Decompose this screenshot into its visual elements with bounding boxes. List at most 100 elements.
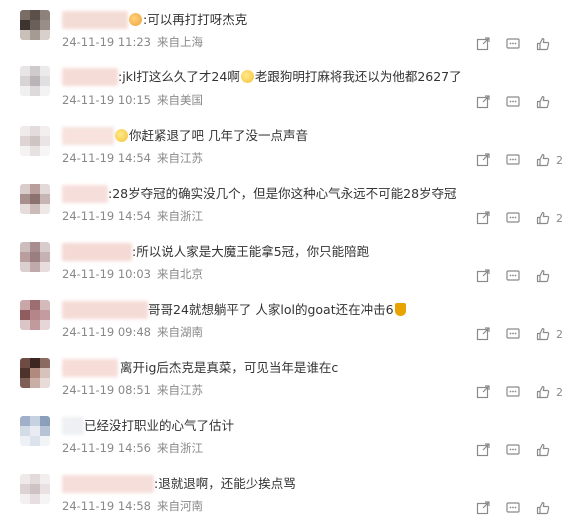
reply-button[interactable] [506, 500, 536, 516]
comment-location: 来自美国 [157, 93, 203, 107]
share-button[interactable] [476, 268, 506, 284]
comment-actions: 2 [476, 210, 574, 226]
like-button[interactable] [536, 36, 574, 52]
thumbs-up-icon [536, 443, 550, 457]
username-blurred[interactable] [62, 243, 132, 261]
username-blurred[interactable] [62, 185, 108, 203]
username-blurred[interactable] [62, 359, 118, 377]
reply-button[interactable] [506, 384, 536, 400]
avatar[interactable] [20, 474, 50, 504]
share-button[interactable] [476, 152, 506, 168]
share-icon [476, 153, 490, 167]
like-button[interactable]: 2 [536, 384, 574, 400]
comment-location: 来自浙江 [157, 209, 203, 223]
like-button[interactable]: 2 [536, 152, 574, 168]
share-icon [476, 385, 490, 399]
reply-button[interactable] [506, 152, 536, 168]
comment-location: 来自江苏 [157, 383, 203, 397]
share-button[interactable] [476, 94, 506, 110]
username-blurred[interactable] [62, 301, 148, 319]
comment-icon [506, 444, 520, 455]
like-count: 2 [556, 385, 563, 399]
avatar[interactable] [20, 184, 50, 214]
like-button[interactable] [536, 500, 574, 516]
avatar[interactable] [20, 416, 50, 446]
comment-actions [476, 268, 574, 284]
comment-item: :退就退啊，还能少挨点骂 24-11-19 14:58 来自河南 [0, 464, 584, 520]
like-button[interactable] [536, 442, 574, 458]
like-button[interactable] [536, 268, 574, 284]
comment-item: :28岁夺冠的确实没几个，但是你这种心气永远不可能28岁夺冠 24-11-19 … [0, 174, 584, 232]
thumbs-up-icon [536, 327, 550, 341]
comment-text: :可以再打打呀杰克 [128, 11, 247, 29]
thumbs-up-icon [536, 385, 550, 399]
avatar[interactable] [20, 242, 50, 272]
share-button[interactable] [476, 500, 506, 516]
comment-meta: 24-11-19 14:54 来自浙江 [62, 208, 203, 224]
comment-time: 24-11-19 08:51 [62, 383, 151, 397]
reply-button[interactable] [506, 268, 536, 284]
avatar[interactable] [20, 300, 50, 330]
thumbs-up-icon [536, 37, 550, 51]
reply-button[interactable] [506, 210, 536, 226]
comment-icon [506, 96, 520, 107]
comment-item: 你赶紧退了吧 几年了没一点声音 24-11-19 14:54 来自江苏 2 [0, 116, 584, 174]
reply-button[interactable] [506, 442, 536, 458]
reply-button[interactable] [506, 94, 536, 110]
username-blurred[interactable] [62, 417, 84, 435]
comment-actions: 2 [476, 384, 574, 400]
trophy-icon [394, 303, 406, 316]
comment-meta: 24-11-19 14:54 来自江苏 [62, 150, 203, 166]
comment-icon [506, 502, 520, 513]
comment-time: 24-11-19 09:48 [62, 325, 151, 339]
comment-item: 离开ig后杰克是真菜，可见当年是谁在c 24-11-19 08:51 来自江苏 2 [0, 348, 584, 406]
comment-location: 来自河南 [157, 499, 203, 513]
comment-meta: 24-11-19 08:51 来自江苏 [62, 382, 203, 398]
comment-time: 24-11-19 14:58 [62, 499, 151, 513]
emoji-icon [115, 129, 128, 142]
share-icon [476, 95, 490, 109]
share-button[interactable] [476, 210, 506, 226]
share-button[interactable] [476, 36, 506, 52]
comment-location: 来自江苏 [157, 151, 203, 165]
avatar[interactable] [20, 66, 50, 96]
comment-time: 24-11-19 14:56 [62, 441, 151, 455]
comment-time: 24-11-19 14:54 [62, 151, 151, 165]
share-icon [476, 37, 490, 51]
like-count: 2 [556, 327, 563, 341]
like-button[interactable]: 2 [536, 210, 574, 226]
share-icon [476, 443, 490, 457]
reply-button[interactable] [506, 326, 536, 342]
comment-meta: 24-11-19 09:48 来自湖南 [62, 324, 203, 340]
reply-button[interactable] [506, 36, 536, 52]
comment-icon [506, 386, 520, 397]
comment-location: 来自上海 [157, 35, 203, 49]
comment-item: :可以再打打呀杰克 24-11-19 11:23 来自上海 [0, 0, 584, 58]
comment-text: 你赶紧退了吧 几年了没一点声音 [114, 127, 308, 145]
like-count: 2 [556, 211, 563, 225]
username-blurred[interactable] [62, 11, 128, 29]
avatar[interactable] [20, 126, 50, 156]
comment-icon [506, 212, 520, 223]
like-button[interactable]: 2 [536, 326, 574, 342]
username-blurred[interactable] [62, 68, 118, 86]
comment-location: 来自北京 [157, 267, 203, 281]
emoji-icon [240, 70, 254, 83]
share-button[interactable] [476, 326, 506, 342]
comment-time: 24-11-19 11:23 [62, 35, 151, 49]
thumbs-up-icon [536, 153, 550, 167]
comment-icon [506, 270, 520, 281]
comment-actions [476, 500, 574, 516]
avatar[interactable] [20, 358, 50, 388]
comment-meta: 24-11-19 14:56 来自浙江 [62, 440, 203, 456]
comment-actions: 2 [476, 152, 574, 168]
emoji-icon [129, 13, 142, 26]
share-button[interactable] [476, 384, 506, 400]
username-blurred[interactable] [62, 127, 114, 145]
avatar[interactable] [20, 10, 50, 40]
share-button[interactable] [476, 442, 506, 458]
comment-text: :所以说人家是大魔王能拿5冠，你只能陪跑 [132, 244, 370, 259]
comment-time: 24-11-19 10:15 [62, 93, 151, 107]
like-button[interactable] [536, 94, 574, 110]
username-blurred[interactable] [62, 475, 154, 493]
